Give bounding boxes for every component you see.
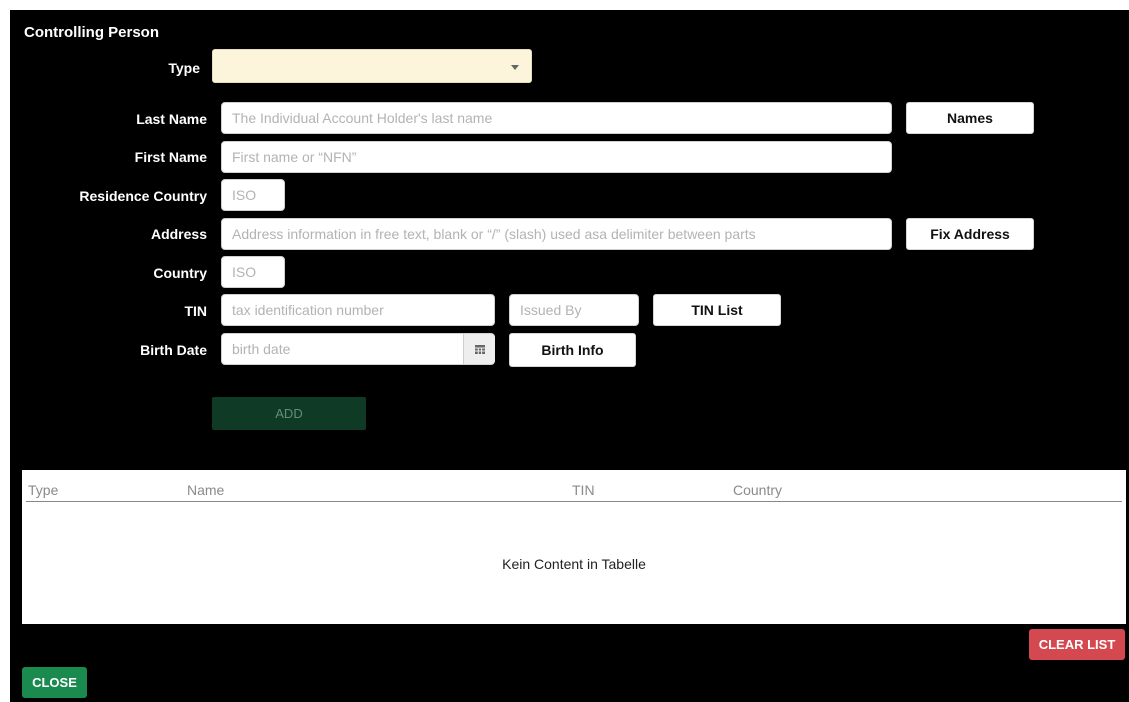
- issued-by-input[interactable]: [509, 294, 639, 326]
- residence-country-label: Residence Country: [79, 188, 207, 204]
- country-input[interactable]: [221, 256, 285, 288]
- dialog-title: Controlling Person: [24, 24, 159, 41]
- column-header-name[interactable]: Name: [187, 482, 224, 498]
- close-button[interactable]: CLOSE: [22, 667, 87, 698]
- last-name-label: Last Name: [136, 111, 207, 127]
- birth-date-label: Birth Date: [140, 342, 207, 358]
- address-label: Address: [150, 226, 207, 242]
- controlling-persons-table: Type Name TIN Country Kein Content in Ta…: [22, 470, 1126, 624]
- first-name-label: First Name: [134, 149, 207, 165]
- fix-address-button[interactable]: Fix Address: [906, 218, 1034, 250]
- birth-info-button[interactable]: Birth Info: [509, 333, 636, 367]
- names-button[interactable]: Names: [906, 102, 1034, 134]
- calendar-icon: [474, 344, 485, 354]
- birth-date-picker-button[interactable]: [463, 334, 495, 364]
- column-header-type[interactable]: Type: [28, 482, 58, 498]
- tin-input[interactable]: [221, 294, 495, 326]
- type-select[interactable]: [212, 49, 532, 83]
- chevron-down-icon: [511, 65, 519, 70]
- address-input[interactable]: [221, 218, 892, 250]
- residence-country-input[interactable]: [221, 179, 285, 211]
- last-name-input[interactable]: [221, 102, 892, 134]
- type-label: Type: [168, 60, 200, 76]
- clear-list-button[interactable]: CLEAR LIST: [1029, 629, 1125, 660]
- first-name-input[interactable]: [221, 141, 892, 173]
- country-label: Country: [153, 265, 207, 281]
- birth-date-input[interactable]: [221, 333, 495, 365]
- empty-table-message: Kein Content in Tabelle: [502, 556, 646, 572]
- column-header-tin[interactable]: TIN: [572, 482, 595, 498]
- tin-label: TIN: [184, 303, 207, 319]
- column-header-country[interactable]: Country: [733, 482, 782, 498]
- add-button[interactable]: ADD: [212, 397, 366, 430]
- tin-list-button[interactable]: TIN List: [653, 294, 781, 326]
- table-header-divider: [26, 501, 1122, 502]
